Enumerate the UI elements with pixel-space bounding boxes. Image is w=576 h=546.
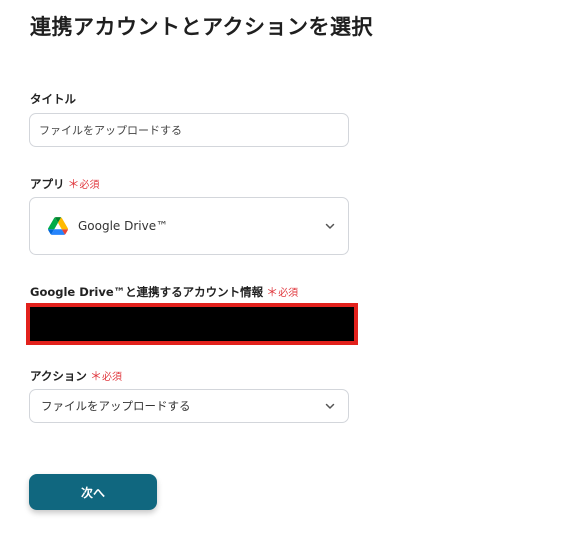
account-select-redacted[interactable] bbox=[26, 303, 358, 345]
action-field-label: アクション ＊必須 bbox=[30, 367, 122, 384]
required-asterisk-icon: ＊ bbox=[67, 177, 80, 191]
title-label-text: タイトル bbox=[30, 92, 76, 106]
action-label-text: アクション bbox=[30, 369, 87, 383]
account-label-text: Google Drive™と連携するアカウント情報 bbox=[30, 285, 264, 299]
app-select-value: Google Drive™ bbox=[78, 219, 169, 233]
required-badge: ＊必須 bbox=[266, 285, 299, 299]
chevron-down-icon bbox=[325, 403, 335, 409]
required-text: 必須 bbox=[278, 288, 299, 299]
required-badge: ＊必須 bbox=[89, 369, 122, 383]
app-label-text: アプリ bbox=[30, 177, 65, 191]
required-text: 必須 bbox=[79, 180, 100, 191]
title-input[interactable] bbox=[29, 113, 349, 147]
required-text: 必須 bbox=[101, 372, 122, 383]
google-drive-icon bbox=[48, 217, 68, 235]
required-asterisk-icon: ＊ bbox=[266, 285, 279, 299]
app-field-label: アプリ ＊必須 bbox=[30, 175, 100, 192]
chevron-down-icon bbox=[325, 223, 335, 229]
required-badge: ＊必須 bbox=[67, 177, 100, 191]
title-field-label: タイトル bbox=[30, 91, 76, 107]
action-select-value: ファイルをアップロードする bbox=[41, 399, 191, 413]
next-button[interactable]: 次へ bbox=[29, 474, 157, 510]
action-select[interactable]: ファイルをアップロードする bbox=[29, 389, 349, 423]
app-select[interactable]: Google Drive™ bbox=[29, 197, 349, 255]
account-field-label: Google Drive™と連携するアカウント情報 ＊必須 bbox=[30, 283, 298, 300]
required-asterisk-icon: ＊ bbox=[89, 369, 102, 383]
page-title: 連携アカウントとアクションを選択 bbox=[30, 15, 373, 39]
